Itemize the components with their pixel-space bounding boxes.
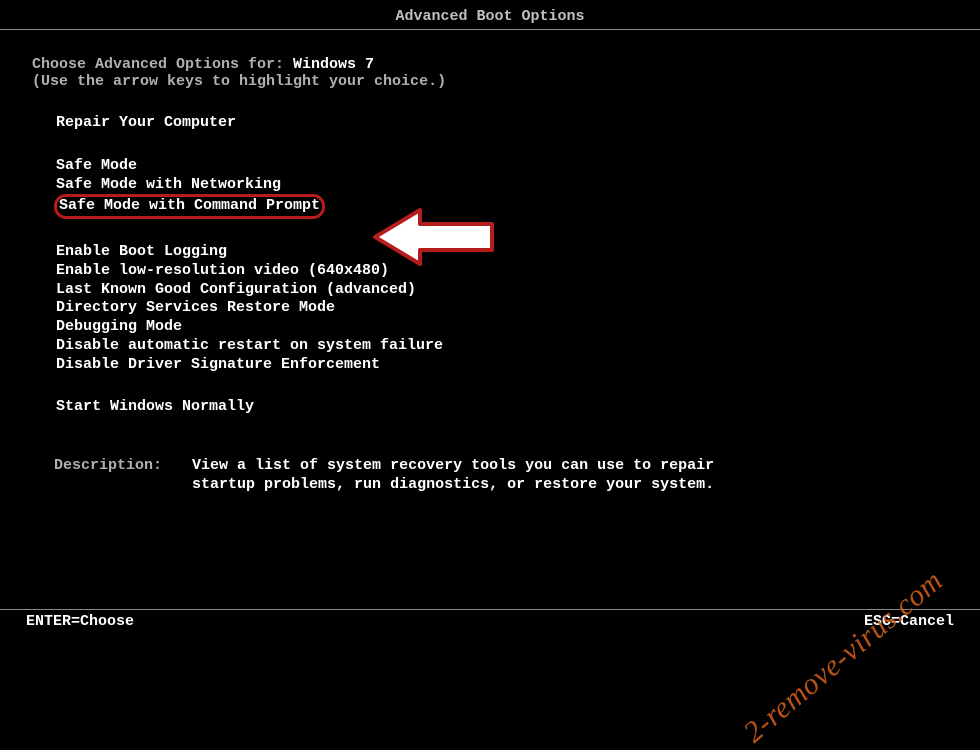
option-safe-mode-command-prompt[interactable]: Safe Mode with Command Prompt bbox=[54, 194, 325, 219]
description-block: Description: View a list of system recov… bbox=[32, 457, 948, 495]
footer-rule bbox=[0, 609, 980, 610]
option-debugging-mode[interactable]: Debugging Mode bbox=[54, 318, 948, 337]
option-directory-services-restore[interactable]: Directory Services Restore Mode bbox=[54, 299, 948, 318]
choose-line: Choose Advanced Options for: Windows 7 bbox=[32, 56, 948, 73]
option-safe-mode[interactable]: Safe Mode bbox=[54, 157, 948, 176]
footer-esc-hint: ESC=Cancel bbox=[864, 613, 954, 630]
page-title: Advanced Boot Options bbox=[395, 8, 584, 25]
footer-enter-hint: ENTER=Choose bbox=[26, 613, 134, 630]
footer: ENTER=Choose ESC=Cancel bbox=[0, 609, 980, 630]
arrow-left-icon bbox=[370, 202, 500, 272]
title-rule bbox=[0, 29, 980, 30]
option-group-normal: Start Windows Normally bbox=[32, 398, 948, 417]
description-text: View a list of system recovery tools you… bbox=[192, 457, 752, 495]
option-repair-your-computer[interactable]: Repair Your Computer bbox=[54, 114, 948, 133]
os-name: Windows 7 bbox=[293, 56, 374, 73]
arrow-annotation bbox=[370, 202, 500, 272]
watermark: 2-remove-virus.com bbox=[738, 564, 950, 750]
choose-text: Choose Advanced Options for: bbox=[32, 56, 293, 73]
option-disable-auto-restart[interactable]: Disable automatic restart on system fail… bbox=[54, 337, 948, 356]
option-disable-driver-signature[interactable]: Disable Driver Signature Enforcement bbox=[54, 356, 948, 375]
option-enable-boot-logging[interactable]: Enable Boot Logging bbox=[54, 243, 948, 262]
option-safe-mode-networking[interactable]: Safe Mode with Networking bbox=[54, 176, 948, 195]
footer-row: ENTER=Choose ESC=Cancel bbox=[0, 613, 980, 630]
title-bar: Advanced Boot Options bbox=[0, 0, 980, 32]
hint-line: (Use the arrow keys to highlight your ch… bbox=[32, 73, 948, 90]
option-low-resolution-video[interactable]: Enable low-resolution video (640x480) bbox=[54, 262, 948, 281]
highlighted-option-wrap: Safe Mode with Command Prompt bbox=[54, 194, 325, 219]
option-group-repair: Repair Your Computer bbox=[32, 114, 948, 133]
description-label: Description: bbox=[54, 457, 162, 495]
option-last-known-good[interactable]: Last Known Good Configuration (advanced) bbox=[54, 281, 948, 300]
option-start-windows-normally[interactable]: Start Windows Normally bbox=[54, 398, 948, 417]
